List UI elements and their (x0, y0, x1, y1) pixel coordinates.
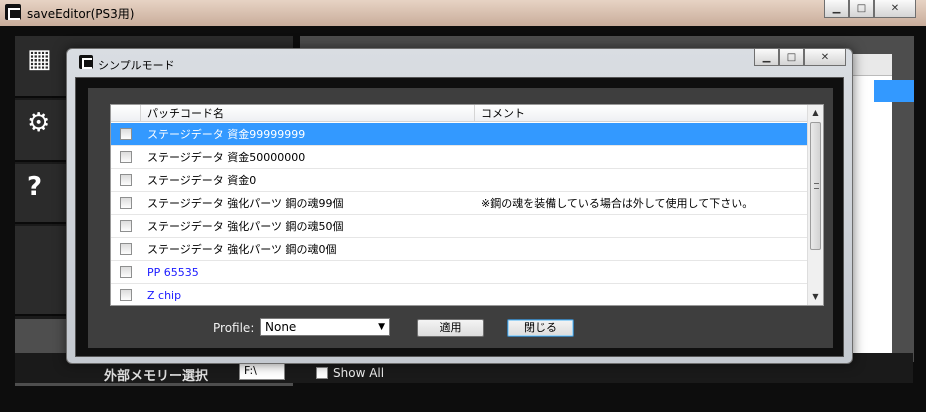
row-patch-name: ステージデータ 資金99999999 (147, 128, 306, 141)
help-icon: ? (27, 172, 43, 202)
dialog-body: パッチコード名 コメント ステージデータ 資金99999999 ステージデータ 資… (75, 77, 844, 357)
dialog-maximize-button[interactable]: □ (779, 49, 804, 66)
dialog-app-icon (79, 55, 93, 69)
window-title: saveEditor(PS3用) (27, 7, 135, 21)
logo-icon: ▦ (27, 44, 52, 74)
row-comment: ※鋼の魂を装備している場合は外して使用して下さい。 (481, 197, 754, 210)
header-check-column[interactable] (111, 105, 141, 121)
row-patch-name: ステージデータ 強化パーツ 鋼の魂99個 (147, 197, 344, 210)
row-checkbox-cell (111, 220, 141, 232)
row-checkbox[interactable] (120, 266, 132, 278)
row-checkbox[interactable] (120, 151, 132, 163)
grip-icon (814, 183, 819, 189)
grid-scrollbar[interactable]: ▲ ▼ (807, 105, 823, 305)
maximize-icon: □ (856, 3, 867, 14)
row-checkbox-cell (111, 266, 141, 278)
row-patch-name: ステージデータ 資金0 (147, 174, 257, 187)
dialog-minimize-button[interactable]: ▁ (754, 49, 779, 66)
header-comment[interactable]: コメント (475, 105, 809, 121)
row-checkbox[interactable] (120, 174, 132, 186)
row-checkbox[interactable] (120, 220, 132, 232)
table-row[interactable]: ステージデータ 強化パーツ 鋼の魂50個 (111, 215, 809, 238)
profile-select-value: None (265, 320, 297, 334)
maximize-icon: □ (786, 51, 797, 63)
table-row[interactable]: ステージデータ 資金50000000 (111, 146, 809, 169)
minimize-icon: ▁ (832, 3, 841, 14)
close-icon: ✕ (890, 3, 900, 14)
table-row[interactable]: ステージデータ 強化パーツ 鋼の魂99個 ※鋼の魂を装備している場合は外して使用し… (111, 192, 809, 215)
row-checkbox-cell (111, 197, 141, 209)
row-checkbox-cell (111, 243, 141, 255)
close-dialog-button[interactable]: 閉じる (507, 319, 574, 337)
table-row[interactable]: ステージデータ 資金99999999 (111, 123, 809, 146)
row-checkbox-cell (111, 128, 141, 140)
grid-rows: ステージデータ 資金99999999 ステージデータ 資金50000000 ステージ… (111, 123, 809, 305)
row-patch-name: Z chip (147, 288, 182, 302)
profile-select[interactable]: None ▼ (260, 318, 390, 336)
apply-button[interactable]: 適用 (417, 319, 484, 337)
row-patch-name: ステージデータ 資金50000000 (147, 151, 306, 164)
scroll-up-icon[interactable]: ▲ (808, 105, 823, 121)
table-row[interactable]: PP 65535 (111, 261, 809, 284)
gear-icon: ⚙ (27, 108, 51, 138)
main-titlebar: saveEditor(PS3用) ▁ □ ✕ (0, 0, 926, 26)
show-all-checkbox[interactable] (316, 367, 328, 379)
row-checkbox[interactable] (120, 243, 132, 255)
dialog-close-button[interactable]: ✕ (804, 49, 846, 66)
close-button[interactable]: ✕ (874, 0, 916, 18)
row-checkbox-cell (111, 174, 141, 186)
external-memory-label: 外部メモリー選択 (104, 369, 209, 384)
show-all-label: Show All (333, 366, 385, 380)
row-patch-name: ステージデータ 強化パーツ 鋼の魂50個 (147, 220, 344, 233)
row-checkbox-cell (111, 151, 141, 163)
row-checkbox[interactable] (120, 128, 132, 140)
minimize-icon: ▁ (762, 51, 771, 63)
simple-mode-dialog: シンプルモード ▁ □ ✕ パッチコード名 コメント ステージデータ 資金999… (66, 48, 853, 364)
scroll-thumb[interactable] (810, 122, 821, 250)
show-all-toggle[interactable]: Show All (316, 366, 384, 380)
minimize-button[interactable]: ▁ (824, 0, 849, 18)
profile-label: Profile: (213, 321, 255, 335)
table-row[interactable]: Z chip (111, 284, 809, 305)
content-selected-row[interactable] (874, 80, 914, 102)
dialog-title: シンプルモード (98, 59, 175, 72)
patch-code-grid: パッチコード名 コメント ステージデータ 資金99999999 ステージデータ 資… (110, 104, 824, 306)
external-memory-select[interactable]: F:\ (239, 362, 285, 380)
row-checkbox-cell (111, 289, 141, 301)
row-patch-name: PP 65535 (147, 265, 199, 279)
app-icon (5, 4, 21, 20)
table-row[interactable]: ステージデータ 強化パーツ 鋼の魂0個 (111, 238, 809, 261)
close-icon: ✕ (820, 51, 830, 63)
chevron-down-icon: ▼ (378, 322, 385, 332)
grid-header: パッチコード名 コメント (111, 105, 809, 122)
table-row[interactable]: ステージデータ 資金0 (111, 169, 809, 192)
row-patch-name: ステージデータ 強化パーツ 鋼の魂0個 (147, 243, 337, 256)
header-patch-name[interactable]: パッチコード名 (141, 105, 475, 121)
row-checkbox[interactable] (120, 289, 132, 301)
dialog-panel: パッチコード名 コメント ステージデータ 資金99999999 ステージデータ 資… (88, 88, 833, 348)
dialog-titlebar: シンプルモード ▁ □ ✕ (67, 49, 852, 77)
scroll-down-icon[interactable]: ▼ (808, 289, 823, 305)
maximize-button[interactable]: □ (849, 0, 874, 18)
row-checkbox[interactable] (120, 197, 132, 209)
